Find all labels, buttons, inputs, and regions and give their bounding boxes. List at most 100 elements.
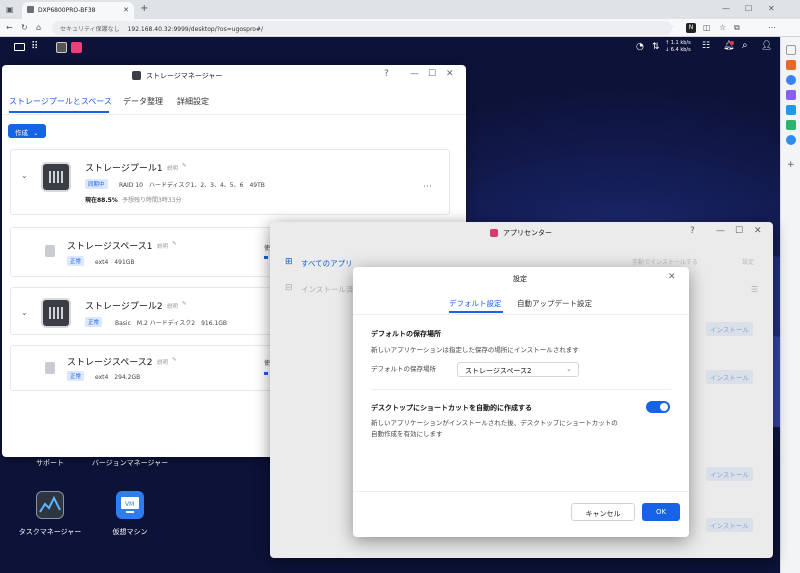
extension-icon[interactable]: N [686,23,696,33]
add-sidebar-icon[interactable]: + [787,160,795,170]
storage-pool-icon [41,298,71,328]
taskbar-appcenter-icon[interactable] [71,42,82,53]
new-tab-icon[interactable]: + [140,4,148,14]
expand-chevron-icon[interactable]: ⌄ [21,308,28,317]
storage-space-icon [45,245,55,257]
divider [353,491,689,492]
minimize-icon[interactable]: — [410,69,419,79]
storage-manager-title: ストレージマネージャー [146,72,223,80]
sync-progress-label: 現在88.5% [85,197,118,204]
network-speed-readout: ↑ 1.1 kb/s ↓ 6.4 kb/s [665,40,691,53]
more-options-icon[interactable]: ⋯ [423,182,432,192]
storage-pool-icon [41,162,71,192]
edit-icon[interactable]: ✎ [172,241,177,247]
security-warning-label[interactable]: セキュリティ保護なし [60,26,120,33]
storage-location-value: ストレージスペース2 [465,367,532,375]
collections-icon[interactable]: ⧉ [734,23,740,33]
cancel-button[interactable]: キャンセル [571,503,635,521]
close-browser-icon[interactable]: ✕ [768,4,775,14]
favorites-bar-icon[interactable]: ☆ [719,23,726,33]
edit-icon[interactable]: ✎ [182,301,187,307]
bing-icon[interactable] [786,135,796,145]
storage-space-icon [45,362,55,374]
tools-icon[interactable] [786,75,796,85]
space-details: ext4 491GB [95,259,135,266]
storage-manager-app-icon [132,71,141,80]
pool-desc-label[interactable]: 説明 [167,164,178,172]
maximize-browser-icon[interactable]: ☐ [745,4,752,14]
expand-chevron-icon[interactable]: ⌄ [21,171,28,180]
games-icon[interactable] [786,90,796,100]
url-field[interactable]: セキュリティ保護なし 192.168.40.32:9999/desktop/?o… [52,21,672,35]
reload-icon[interactable]: ↻ [21,23,28,33]
pool-desc-label[interactable]: 説明 [167,302,178,310]
site-favicon-icon [27,6,34,13]
help-icon[interactable]: ? [384,69,389,79]
close-icon[interactable]: ✕ [668,272,676,282]
shopping-icon[interactable] [786,60,796,70]
shortcut-toggle[interactable] [646,401,670,413]
section-title-storage-location: デフォルトの保存場所 [371,330,441,338]
usage-bar [264,256,268,259]
status-badge: 正常 [67,371,85,381]
space-details: ext4 294.2GB [95,374,141,381]
resource-monitor-icon[interactable]: ◔ [636,42,644,52]
desktop-icon-task-manager-label[interactable]: タスクマネージャー [4,528,96,537]
remaining-time: 予想残り時間3時33分 [122,197,182,204]
desktop-icon-support-label[interactable]: サポート [28,459,72,468]
tab-actions-icon[interactable]: ▣ [6,5,14,15]
show-desktop-icon[interactable] [14,43,25,51]
create-button-label: 作成 [15,129,28,137]
close-tab-icon[interactable]: ✕ [123,6,129,14]
pool-details: Basic M.2 ハードディスク2 916.1GB [115,320,228,327]
taskbar-storage-icon[interactable] [56,42,67,53]
tab-auto-update[interactable]: 自動アップデート設定 [517,298,592,309]
settings-dialog: 設定 ✕ デフォルト設定 自動アップデート設定 デフォルトの保存場所 新しいアプ… [353,267,689,537]
search-sidebar-icon[interactable] [786,45,796,55]
virtual-machine-icon[interactable]: VM [116,491,144,519]
desktop-icon-version-manager-label[interactable]: バージョンマネージャー [90,459,170,468]
create-button[interactable]: 作成 ⌄ [8,124,46,138]
browser-sidebar: + [780,37,800,573]
task-list-icon[interactable]: ☷ [702,41,710,51]
tab-storage-pools[interactable]: ストレージプールとスペース [9,96,112,107]
app-launcher-icon[interactable]: ⠿ [31,41,38,52]
office-icon[interactable] [786,120,796,130]
pool-details: RAID 10 ハードディスク1、2、3、4、5、6 49TB [119,182,265,189]
user-icon[interactable]: 👤︎ [761,41,772,51]
storage-location-select[interactable]: ストレージスペース2 ⌄ [457,362,579,377]
search-icon[interactable]: ⌕ [742,40,748,51]
minimize-browser-icon[interactable]: — [722,4,730,14]
browser-menu-icon[interactable]: ⋯ [768,23,776,33]
status-badge: 正常 [85,317,103,327]
network-speed-icon: ⇅ [652,42,660,52]
browser-tab[interactable]: DXP6800PRO-BF38 ✕ [22,2,134,19]
storage-pool-card: ⌄ ストレージプール1 説明 ✎ 同期中 RAID 10 ハードディスク1、2、… [10,149,450,215]
split-screen-icon[interactable]: ◫ [703,23,711,33]
space-desc-label[interactable]: 説明 [157,242,168,250]
desktop-icon-vm-label[interactable]: 仮想マシン [98,528,162,537]
back-icon[interactable]: ← [6,23,13,33]
browser-tab-title: DXP6800PRO-BF38 [38,7,96,14]
task-manager-icon[interactable] [36,491,64,519]
edit-icon[interactable]: ✎ [172,357,177,363]
section-title-shortcut: デスクトップにショートカットを自動的に作成する [371,404,532,412]
ok-button[interactable]: OK [642,503,680,521]
chevron-down-icon: ⌄ [566,365,572,373]
edit-icon[interactable]: ✎ [182,163,187,169]
section-text-shortcut-line1: 新しいアプリケーションがインストールされた後、デスクトップにショートカットの [371,419,618,427]
home-icon[interactable]: ⌂ [36,23,41,33]
space-desc-label[interactable]: 説明 [157,358,168,366]
pool-name: ストレージプール2 [85,302,163,312]
maximize-icon[interactable]: ☐ [428,69,436,79]
chevron-down-icon: ⌄ [33,130,39,137]
active-tab-indicator [449,311,503,313]
outlook-icon[interactable] [786,105,796,115]
close-icon[interactable]: ✕ [446,69,454,79]
status-badge: 同期中 [85,179,108,189]
tab-data-organize[interactable]: データ整理 [123,96,163,107]
usage-bar [264,372,268,375]
tab-default-settings[interactable]: デフォルト設定 [449,298,502,309]
section-text-shortcut-line2: 自動作成を有効にします [371,430,443,438]
tab-advanced-settings[interactable]: 詳細設定 [177,96,209,107]
